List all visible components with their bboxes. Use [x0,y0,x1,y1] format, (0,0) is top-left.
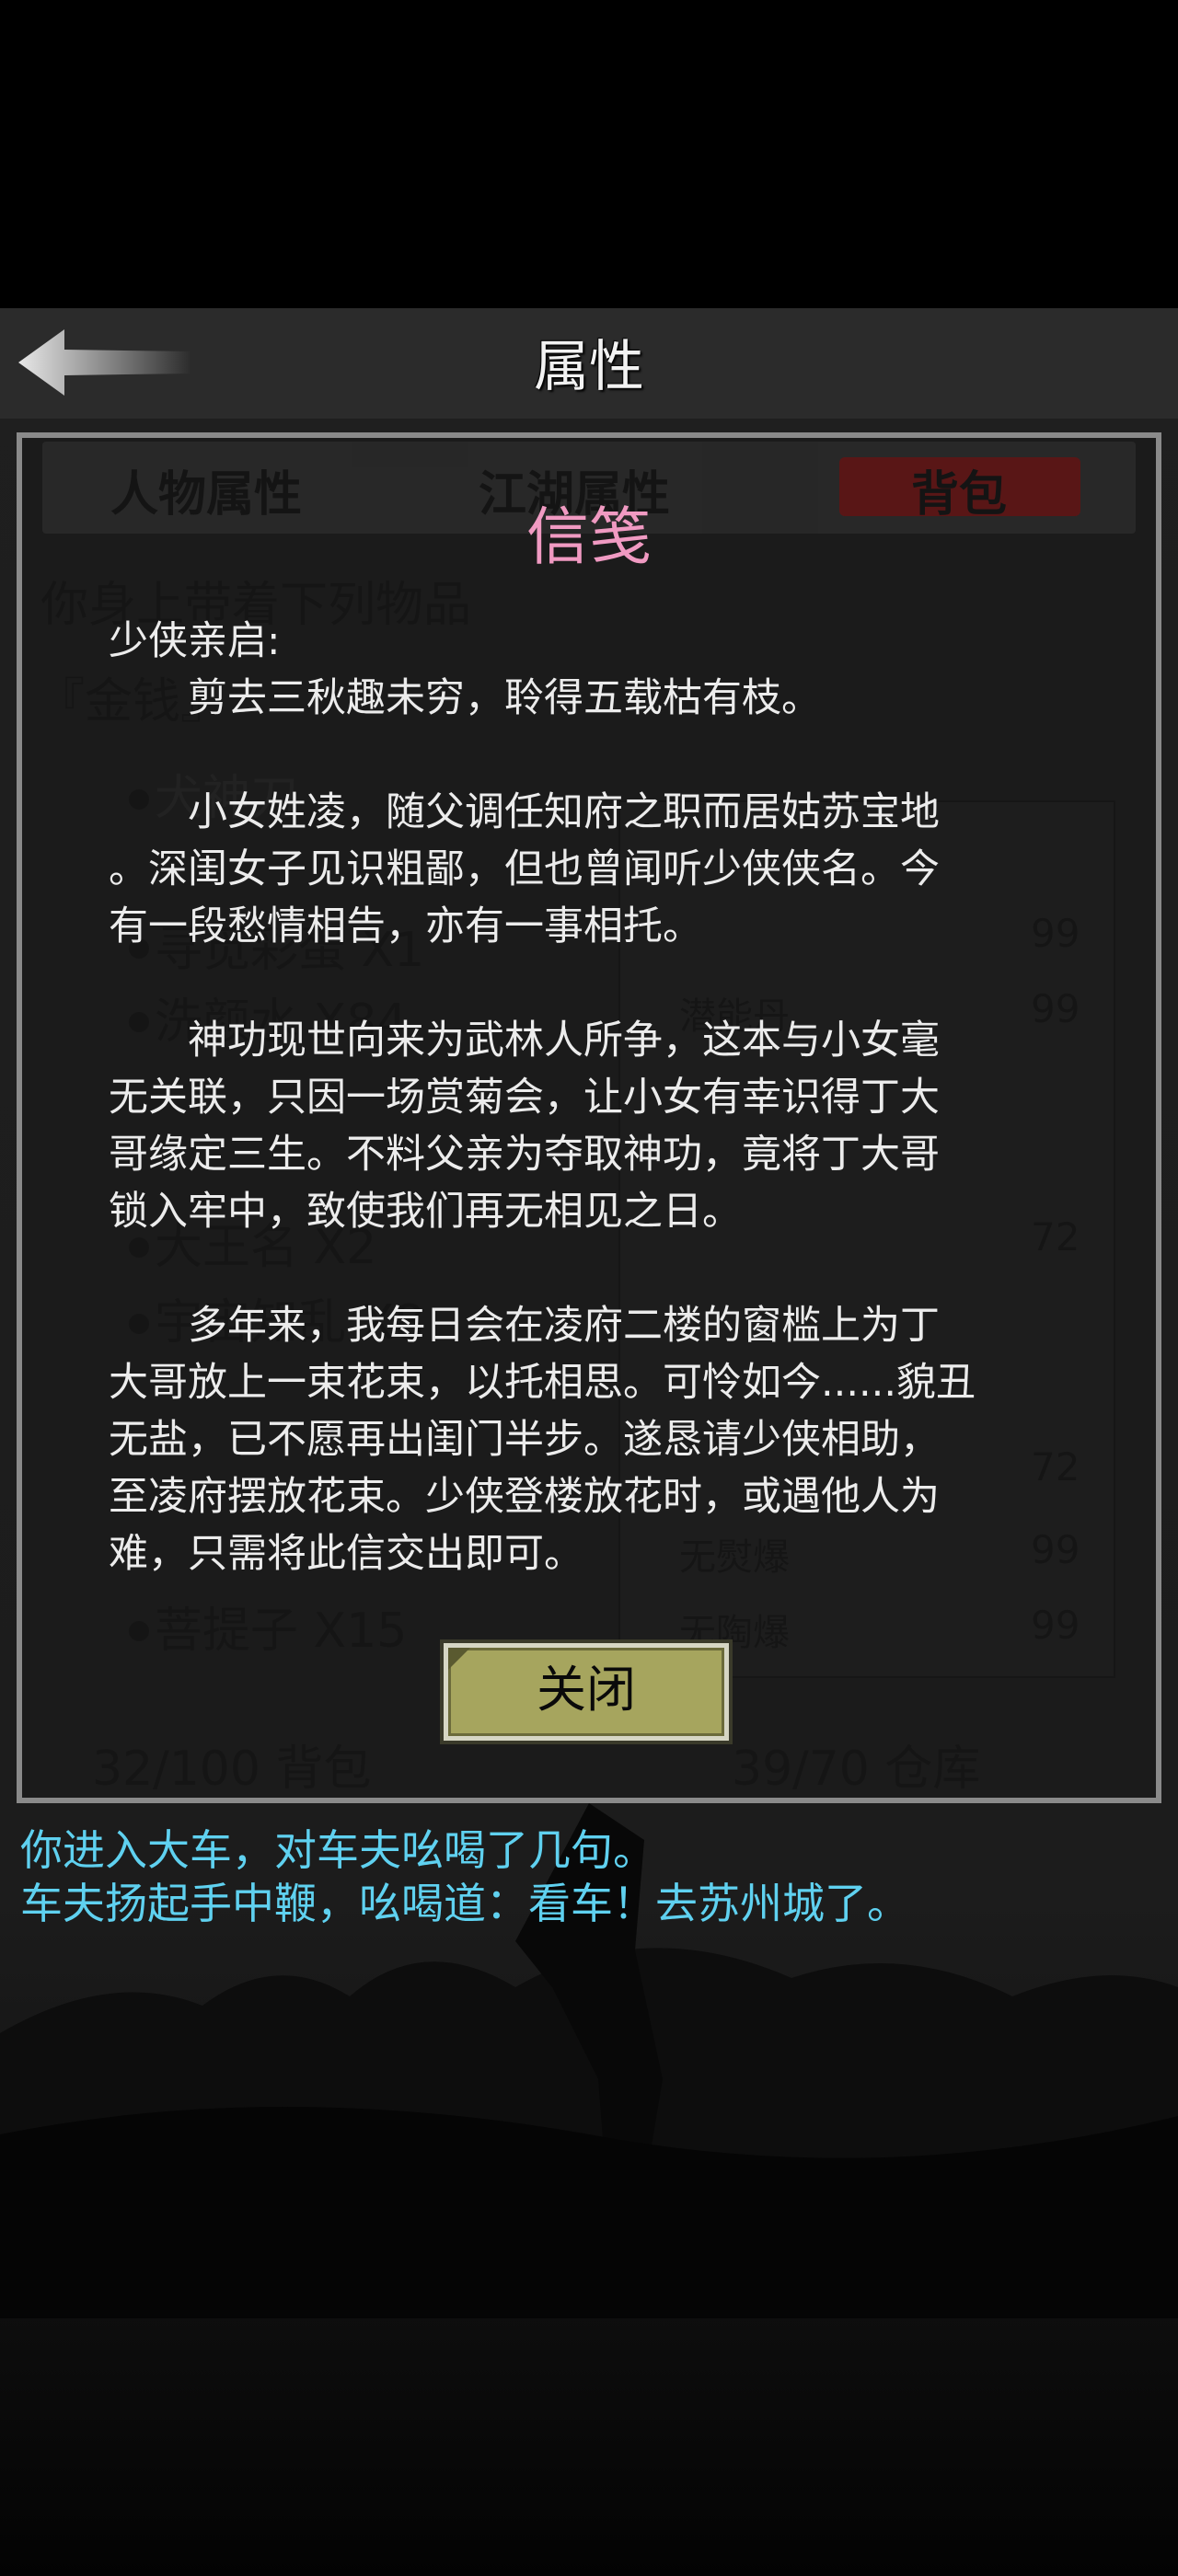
close-button-label: 关闭 [537,1661,636,1719]
list-item[interactable]: 菩提子 X15 [155,1592,407,1661]
bag-count: 32/100 背包 [92,1742,372,1797]
letter-body: 少侠亲启: 剪去三秋趣未穷，聆得五载枯有枝。 小女姓凌，随父调任知府之职而居姑苏… [109,613,1103,1582]
log-line: 车夫扬起手中鞭，吆喝道：看车！去苏州城了。 [20,1879,909,1928]
message-log: 你进入大车，对车夫吆喝了几句。 车夫扬起手中鞭，吆喝道：看车！去苏州城了。 [20,1823,1161,1930]
list-bullet [129,1621,149,1641]
letter-paragraph: 剪去三秋趣未穷，聆得五载枯有枝。 [109,675,821,721]
close-button[interactable]: 关闭 [444,1643,729,1741]
letter-title: 信笺 [525,501,652,574]
button-corner-decoration [448,1648,470,1670]
warehouse-count: 39/70 仓库 [732,1742,981,1797]
letter-salutation: 少侠亲启: [109,618,281,664]
letter-paragraph: 多年来，我每日会在凌府二楼的窗槛上为丁 大哥放上一束花束，以托相思。可怜如今..… [109,1303,976,1577]
letter-paragraph: 小女姓凌，随父调任知府之职而居姑苏宝地 。深闺女子见识粗鄙，但也曾闻听少侠侠名。… [109,789,940,949]
log-line: 你进入大车，对车夫吆喝了几句。 [20,1825,655,1875]
letter-paragraph: 神功现世向来为武林人所争，这本与小女毫 无关联，只因一场赏菊会，让小女有幸识得丁… [109,1018,940,1235]
item-count: 99 [1031,1603,1080,1648]
